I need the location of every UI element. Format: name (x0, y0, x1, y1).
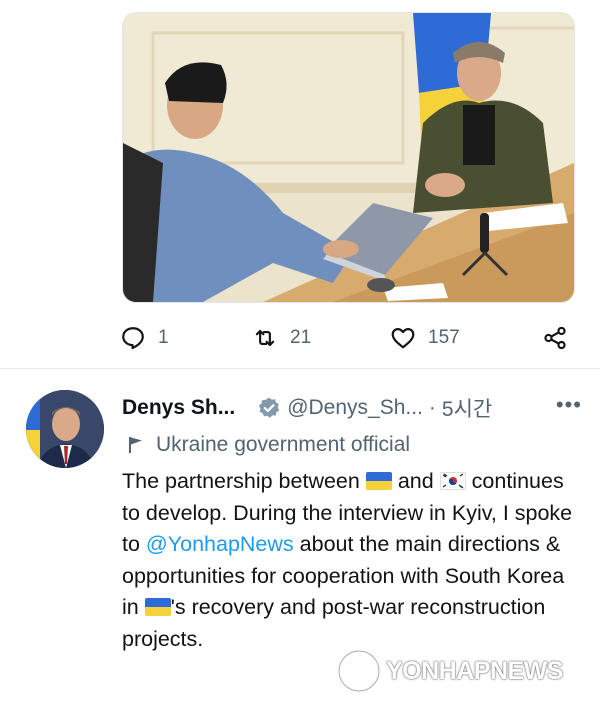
more-options-button[interactable]: ••• (556, 392, 582, 418)
like-count: 157 (428, 327, 460, 348)
retweet-button[interactable]: 21 (252, 318, 311, 358)
tweet-action-bar: 1 21 157 (118, 318, 578, 358)
tweet-photo[interactable] (122, 12, 575, 303)
retweet-count: 21 (290, 327, 312, 348)
ukraine-flag-emoji (144, 598, 171, 616)
tweet-text-part: and (397, 469, 434, 493)
tweet-timestamp[interactable]: 5시간 (442, 393, 492, 423)
like-icon (391, 328, 415, 349)
author-name[interactable]: Denys Sh... (122, 396, 235, 420)
tweet-header: Denys Sh... @Denys_Sh... · 5시간 ••• (122, 392, 582, 424)
south-korea-flag-emoji (439, 472, 466, 490)
tweet-text: The partnership between and continues to… (122, 466, 582, 655)
interview-photo-image (123, 13, 574, 302)
retweet-icon (255, 329, 275, 347)
reply-button[interactable]: 1 (120, 318, 169, 358)
share-icon (544, 326, 566, 350)
verified-icon (259, 397, 280, 418)
avatar[interactable] (26, 390, 104, 468)
yonhap-logo-icon (337, 649, 381, 693)
yonhap-watermark: YONHAPNEWS (336, 646, 563, 696)
author-handle[interactable]: @Denys_Sh... (287, 396, 423, 420)
tweet-divider (0, 368, 600, 369)
mention-link[interactable]: @YonhapNews (146, 532, 294, 556)
tweet-text-part: The partnership between (122, 469, 360, 493)
tweet-text-part: 's recovery and post-war reconstruction … (122, 595, 546, 651)
reply-count: 1 (158, 327, 169, 348)
reply-icon (122, 327, 144, 350)
like-button[interactable]: 157 (390, 318, 460, 358)
government-label-text: Ukraine government official (156, 433, 411, 456)
avatar-image (26, 390, 104, 468)
watermark-text: YONHAPNEWS (386, 656, 563, 685)
ukraine-flag-emoji (365, 472, 392, 490)
separator-dot: · (428, 396, 436, 419)
flag-label-icon (129, 437, 142, 453)
share-button[interactable] (542, 318, 568, 358)
government-label[interactable]: Ukraine government official (128, 430, 410, 460)
